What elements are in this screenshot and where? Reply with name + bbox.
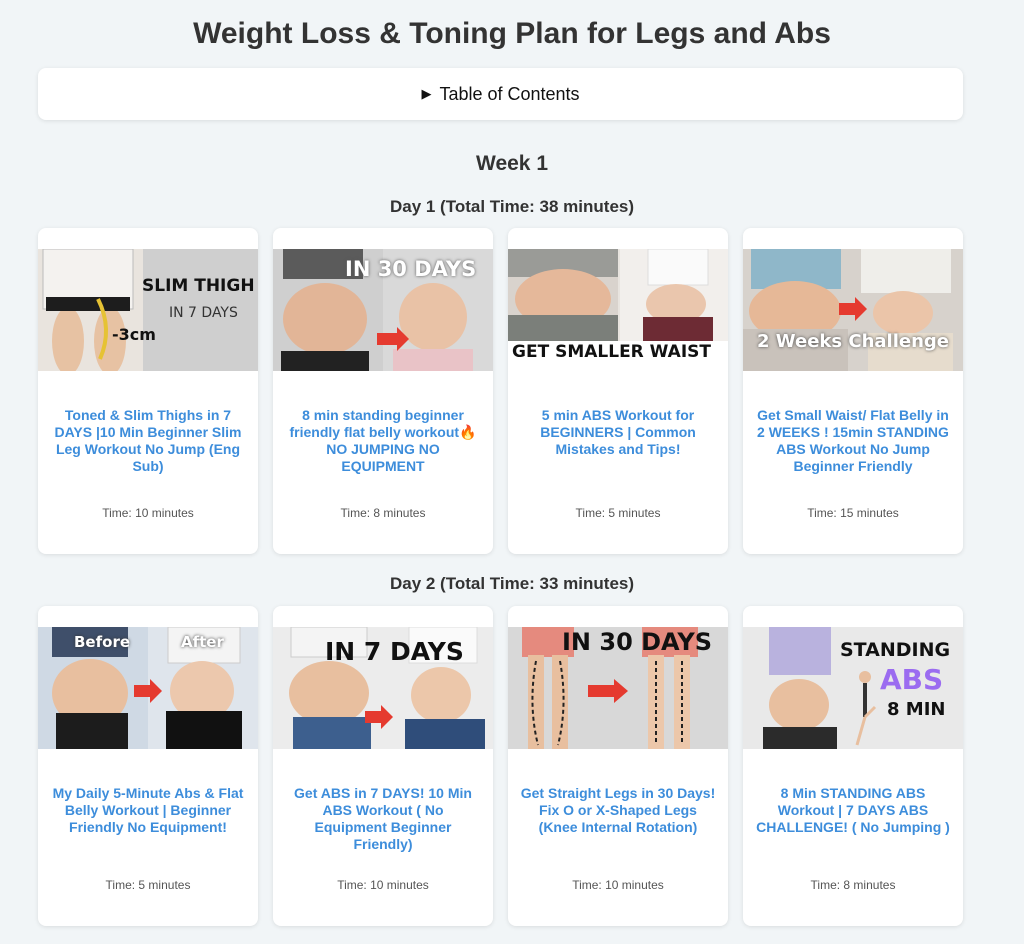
table-of-contents-toggle[interactable]: ▶ Table of Contents xyxy=(38,68,963,120)
video-title-link[interactable]: 5 min ABS Workout for BEGINNERS | Common… xyxy=(520,407,716,458)
thumbnail-caption: GET SMALLER WAIST xyxy=(512,342,711,362)
thumbnail-caption: IN 7 DAYS xyxy=(169,305,238,321)
video-time: Time: 8 minutes xyxy=(340,506,426,520)
video-card[interactable]: STANDING ABS 8 MIN 8 Min STANDING ABS Wo… xyxy=(743,606,963,926)
thumbnail-caption: After xyxy=(181,633,224,651)
thumbnail-caption: SLIM THIGH xyxy=(142,276,255,296)
video-time: Time: 8 minutes xyxy=(810,878,896,892)
thumbnail-caption: -3cm xyxy=(112,325,156,344)
thumbnail-caption: IN 30 DAYS xyxy=(562,628,712,656)
video-time: Time: 5 minutes xyxy=(105,878,191,892)
thumbnail-image xyxy=(743,249,963,371)
video-thumbnail[interactable]: STANDING ABS 8 MIN xyxy=(743,627,963,749)
video-time: Time: 10 minutes xyxy=(102,506,194,520)
video-card[interactable]: Before After My Daily 5-Minute Abs & Fla… xyxy=(38,606,258,926)
video-title-link[interactable]: 8 Min STANDING ABS Workout | 7 DAYS ABS … xyxy=(755,785,951,836)
video-row: SLIM THIGH IN 7 DAYS -3cm Toned & Slim T… xyxy=(38,228,963,554)
video-time: Time: 10 minutes xyxy=(572,878,664,892)
video-card[interactable]: IN 30 DAYS 8 min standing beginner frien… xyxy=(273,228,493,554)
thumbnail-caption: Before xyxy=(74,633,131,651)
video-card[interactable]: SLIM THIGH IN 7 DAYS -3cm Toned & Slim T… xyxy=(38,228,258,554)
toc-label: Table of Contents xyxy=(439,83,580,104)
video-card[interactable]: IN 7 DAYS Get ABS in 7 DAYS! 10 Min ABS … xyxy=(273,606,493,926)
thumbnail-caption: 2 Weeks Challenge xyxy=(757,331,949,352)
video-title-link[interactable]: Toned & Slim Thighs in 7 DAYS |10 Min Be… xyxy=(50,407,246,475)
thumbnail-caption: IN 30 DAYS xyxy=(345,257,477,281)
video-card[interactable]: IN 30 DAYS Get Straight Legs in 30 Days!… xyxy=(508,606,728,926)
day-title: Day 1 (Total Time: 38 minutes) xyxy=(389,197,635,216)
thumbnail-image xyxy=(38,627,258,749)
video-title-link[interactable]: Get ABS in 7 DAYS! 10 Min ABS Workout ( … xyxy=(285,785,481,853)
video-thumbnail[interactable]: IN 30 DAYS xyxy=(273,249,493,371)
week-title: Week 1 xyxy=(476,152,548,175)
video-card[interactable]: GET SMALLER WAIST 5 min ABS Workout for … xyxy=(508,228,728,554)
thumbnail-caption: ABS xyxy=(880,663,944,696)
page-title: Weight Loss & Toning Plan for Legs and A… xyxy=(193,17,831,50)
thumbnail-caption: IN 7 DAYS xyxy=(325,637,464,666)
video-card[interactable]: 2 Weeks Challenge Get Small Waist/ Flat … xyxy=(743,228,963,554)
video-title-link[interactable]: Get Small Waist/ Flat Belly in 2 WEEKS !… xyxy=(755,407,951,475)
video-title-link[interactable]: Get Straight Legs in 30 Days! Fix O or X… xyxy=(520,785,716,836)
video-thumbnail[interactable]: 2 Weeks Challenge xyxy=(743,249,963,371)
triangle-right-icon: ▶ xyxy=(421,86,432,101)
video-time: Time: 5 minutes xyxy=(575,506,661,520)
thumbnail-caption: 8 MIN xyxy=(887,699,946,720)
thumbnail-caption: STANDING xyxy=(840,639,951,661)
video-title-link[interactable]: My Daily 5-Minute Abs & Flat Belly Worko… xyxy=(50,785,246,836)
video-thumbnail[interactable]: IN 30 DAYS xyxy=(508,627,728,749)
video-title-link[interactable]: 8 min standing beginner friendly flat be… xyxy=(285,407,481,475)
video-row: Before After My Daily 5-Minute Abs & Fla… xyxy=(38,606,963,926)
video-time: Time: 15 minutes xyxy=(807,506,899,520)
video-thumbnail[interactable]: GET SMALLER WAIST xyxy=(508,249,728,371)
video-thumbnail[interactable]: Before After xyxy=(38,627,258,749)
video-time: Time: 10 minutes xyxy=(337,878,429,892)
video-thumbnail[interactable]: SLIM THIGH IN 7 DAYS -3cm xyxy=(38,249,258,371)
day-title: Day 2 (Total Time: 33 minutes) xyxy=(389,574,635,593)
video-thumbnail[interactable]: IN 7 DAYS xyxy=(273,627,493,749)
